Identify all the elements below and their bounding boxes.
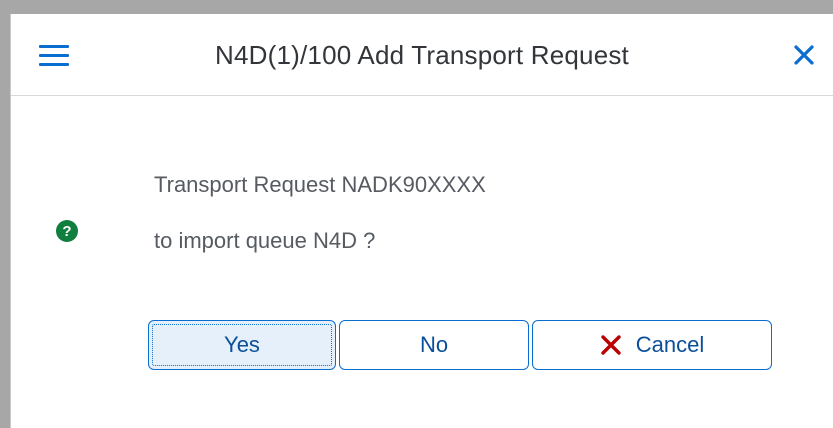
hamburger-menu-icon[interactable]: [37, 38, 73, 72]
no-button-label: No: [419, 332, 449, 357]
no-button[interactable]: No: [339, 320, 529, 370]
add-transport-request-dialog: N4D(1)/100 Add Transport Request ? Trans…: [10, 14, 833, 428]
cancel-button-label: Cancel: [635, 332, 705, 357]
dialog-title: N4D(1)/100 Add Transport Request: [215, 39, 629, 70]
yes-button[interactable]: Yes: [148, 320, 336, 370]
question-icon: ?: [56, 220, 78, 242]
cancel-button[interactable]: Cancel: [532, 320, 772, 370]
message-line-2: to import queue N4D ?: [154, 228, 376, 253]
close-icon[interactable]: [787, 38, 821, 72]
dialog-title-bar: N4D(1)/100 Add Transport Request: [11, 14, 833, 96]
message-line-1: Transport Request NADK90XXXX: [154, 172, 486, 197]
yes-button-label: Yes: [224, 332, 260, 357]
cancel-x-icon: [600, 334, 622, 356]
